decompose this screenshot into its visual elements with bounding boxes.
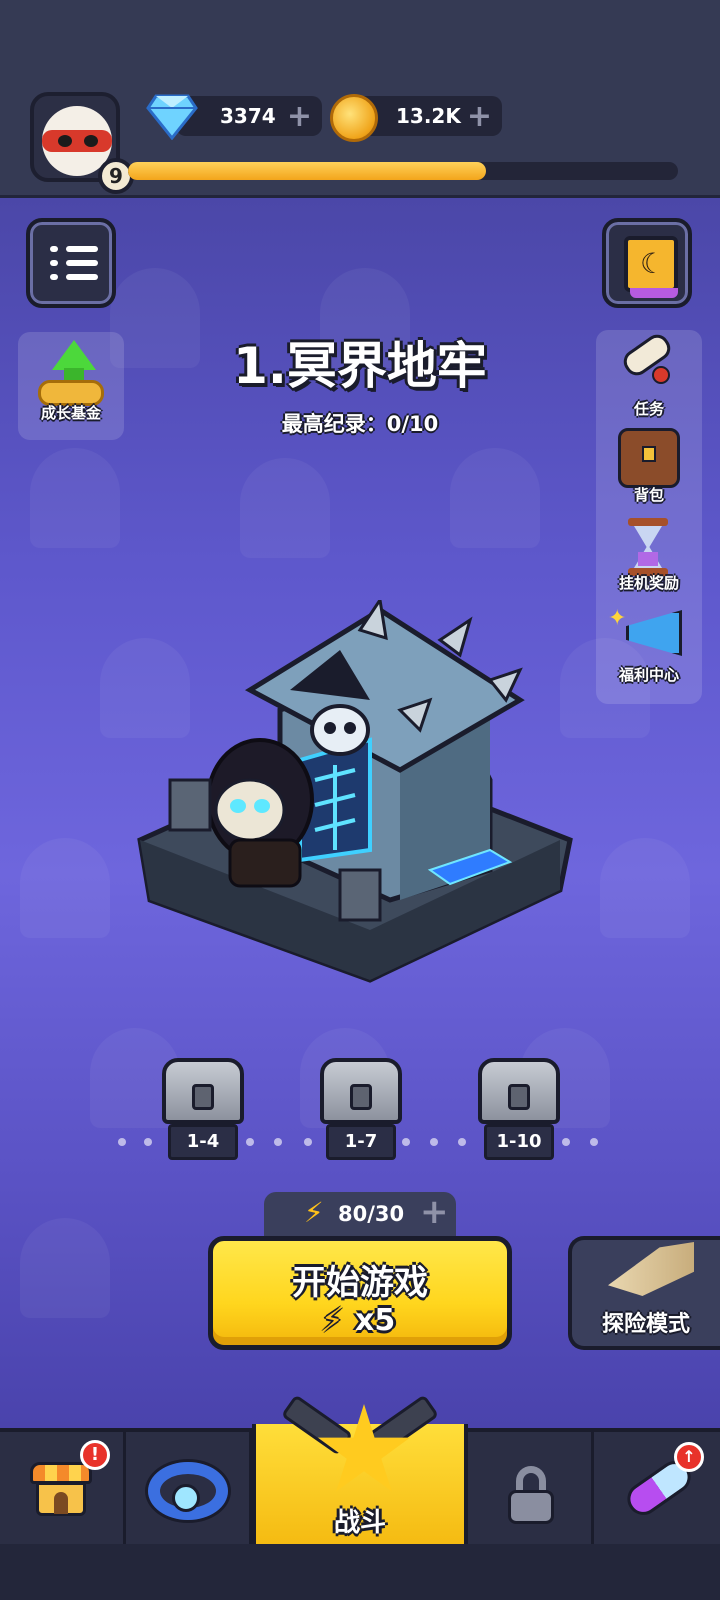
ghost-pattern <box>600 838 690 938</box>
gold-amount: 13.2K <box>396 104 461 128</box>
energy-cost-amount: x5 <box>355 1303 396 1338</box>
best-record: 最高纪录：0/10 <box>281 412 439 436</box>
nav-locked[interactable] <box>468 1432 594 1544</box>
stage-title: 1.冥界地牢 <box>233 337 487 395</box>
lock-icon <box>350 1084 372 1110</box>
moon-icon: ☾ <box>640 247 666 280</box>
avatar-eye-icon <box>84 135 98 147</box>
ghost-pattern <box>20 1218 110 1318</box>
menu-list-icon <box>66 260 98 266</box>
lightning-icon: ⚡ <box>304 1196 324 1229</box>
dungeon-stage-illustration[interactable] <box>130 600 590 1000</box>
side-item-idle-rewards[interactable]: 挂机奖励 <box>596 516 702 604</box>
shop-awning <box>30 1462 92 1484</box>
progress-dot <box>430 1138 438 1146</box>
hourglass-sand <box>638 552 658 566</box>
start-game-button[interactable]: 开始游戏 ⚡ x5 <box>208 1236 512 1350</box>
side-item-label: 背包 <box>633 486 664 504</box>
progress-dot <box>246 1138 254 1146</box>
ghost-pattern <box>450 448 540 548</box>
lock-icon <box>192 1084 214 1110</box>
shop-door <box>54 1492 68 1514</box>
adventure-mode-button[interactable]: 探险模式 <box>568 1236 720 1350</box>
nav-upgrades[interactable]: ↑ <box>594 1432 720 1544</box>
diamond-icon <box>146 94 198 140</box>
ghost-pattern <box>240 458 330 558</box>
side-item-label: 福利中心 <box>618 666 679 684</box>
ghost-pattern <box>20 838 110 938</box>
nav-battle[interactable]: 战斗 <box>252 1394 468 1544</box>
progress-dot <box>458 1138 466 1146</box>
codex-book-icon: ☾ <box>624 236 678 298</box>
reward-chest-3[interactable]: 1-10 <box>476 1054 562 1164</box>
nav-shop[interactable]: ! <box>0 1432 126 1544</box>
ghost-pattern <box>30 448 120 548</box>
adventure-mode-label: 探险模式 <box>601 1312 690 1337</box>
start-game-label: 开始游戏 <box>292 1263 428 1303</box>
alert-badge: ! <box>80 1440 110 1470</box>
avatar-eye-icon <box>58 135 72 147</box>
add-energy-button[interactable]: + <box>420 1192 449 1232</box>
reward-chest-1[interactable]: 1-4 <box>160 1054 246 1164</box>
gem-amount: 3374 <box>220 104 276 128</box>
progress-dot <box>118 1138 126 1146</box>
progress-dot <box>304 1138 312 1146</box>
lock-body <box>508 1490 554 1524</box>
menu-button[interactable] <box>26 218 116 308</box>
progress-dot <box>590 1138 598 1146</box>
system-nav-area <box>0 1544 720 1600</box>
xp-progress-bar <box>128 162 678 180</box>
backpack-clasp-icon <box>642 446 656 462</box>
progress-dot <box>274 1138 282 1146</box>
energy-counter[interactable]: ⚡ 80/30 + <box>264 1192 456 1236</box>
progress-dot <box>144 1138 152 1146</box>
side-item-label: 挂机奖励 <box>618 574 679 592</box>
avatar-mask <box>42 130 112 152</box>
codex-button[interactable]: ☾ <box>602 218 692 308</box>
sparkle-icon: ✦ <box>608 606 627 631</box>
ring-gem-icon <box>172 1484 200 1512</box>
shop-icon <box>30 1462 92 1518</box>
menu-list-icon <box>50 260 58 266</box>
nav-battle-label: 战斗 <box>333 1508 386 1538</box>
chest-stage-label: 1-4 <box>168 1124 238 1160</box>
hourglass-icon <box>628 518 668 576</box>
nav-equipment[interactable] <box>126 1432 252 1544</box>
gold-coin-icon <box>330 94 378 142</box>
side-item-welfare-center[interactable]: ✦ 福利中心 <box>596 604 702 692</box>
lightning-icon: ⚡ <box>321 1301 344 1339</box>
chest-stage-label: 1-7 <box>326 1124 396 1160</box>
energy-amount: 80/30 <box>338 1202 405 1226</box>
add-gems-button[interactable]: + <box>287 99 312 134</box>
xp-progress-fill <box>128 162 486 180</box>
lock-icon <box>508 1084 530 1110</box>
hourglass-frame <box>628 518 668 526</box>
menu-list-icon <box>50 246 58 252</box>
progress-dot <box>562 1138 570 1146</box>
menu-list-icon <box>66 246 98 252</box>
menu-list-icon <box>50 274 58 280</box>
lock-icon <box>508 1466 554 1524</box>
horn-icon <box>608 1242 694 1296</box>
reward-chest-2[interactable]: 1-7 <box>318 1054 404 1164</box>
upgrade-badge: ↑ <box>674 1442 704 1472</box>
add-gold-button[interactable]: + <box>467 99 492 134</box>
side-item-backpack[interactable]: 背包 <box>596 426 702 514</box>
megaphone-icon <box>626 610 682 656</box>
start-cost: ⚡ x5 <box>321 1301 411 1341</box>
menu-list-icon <box>66 274 98 280</box>
chest-stage-label: 1-10 <box>484 1124 554 1160</box>
